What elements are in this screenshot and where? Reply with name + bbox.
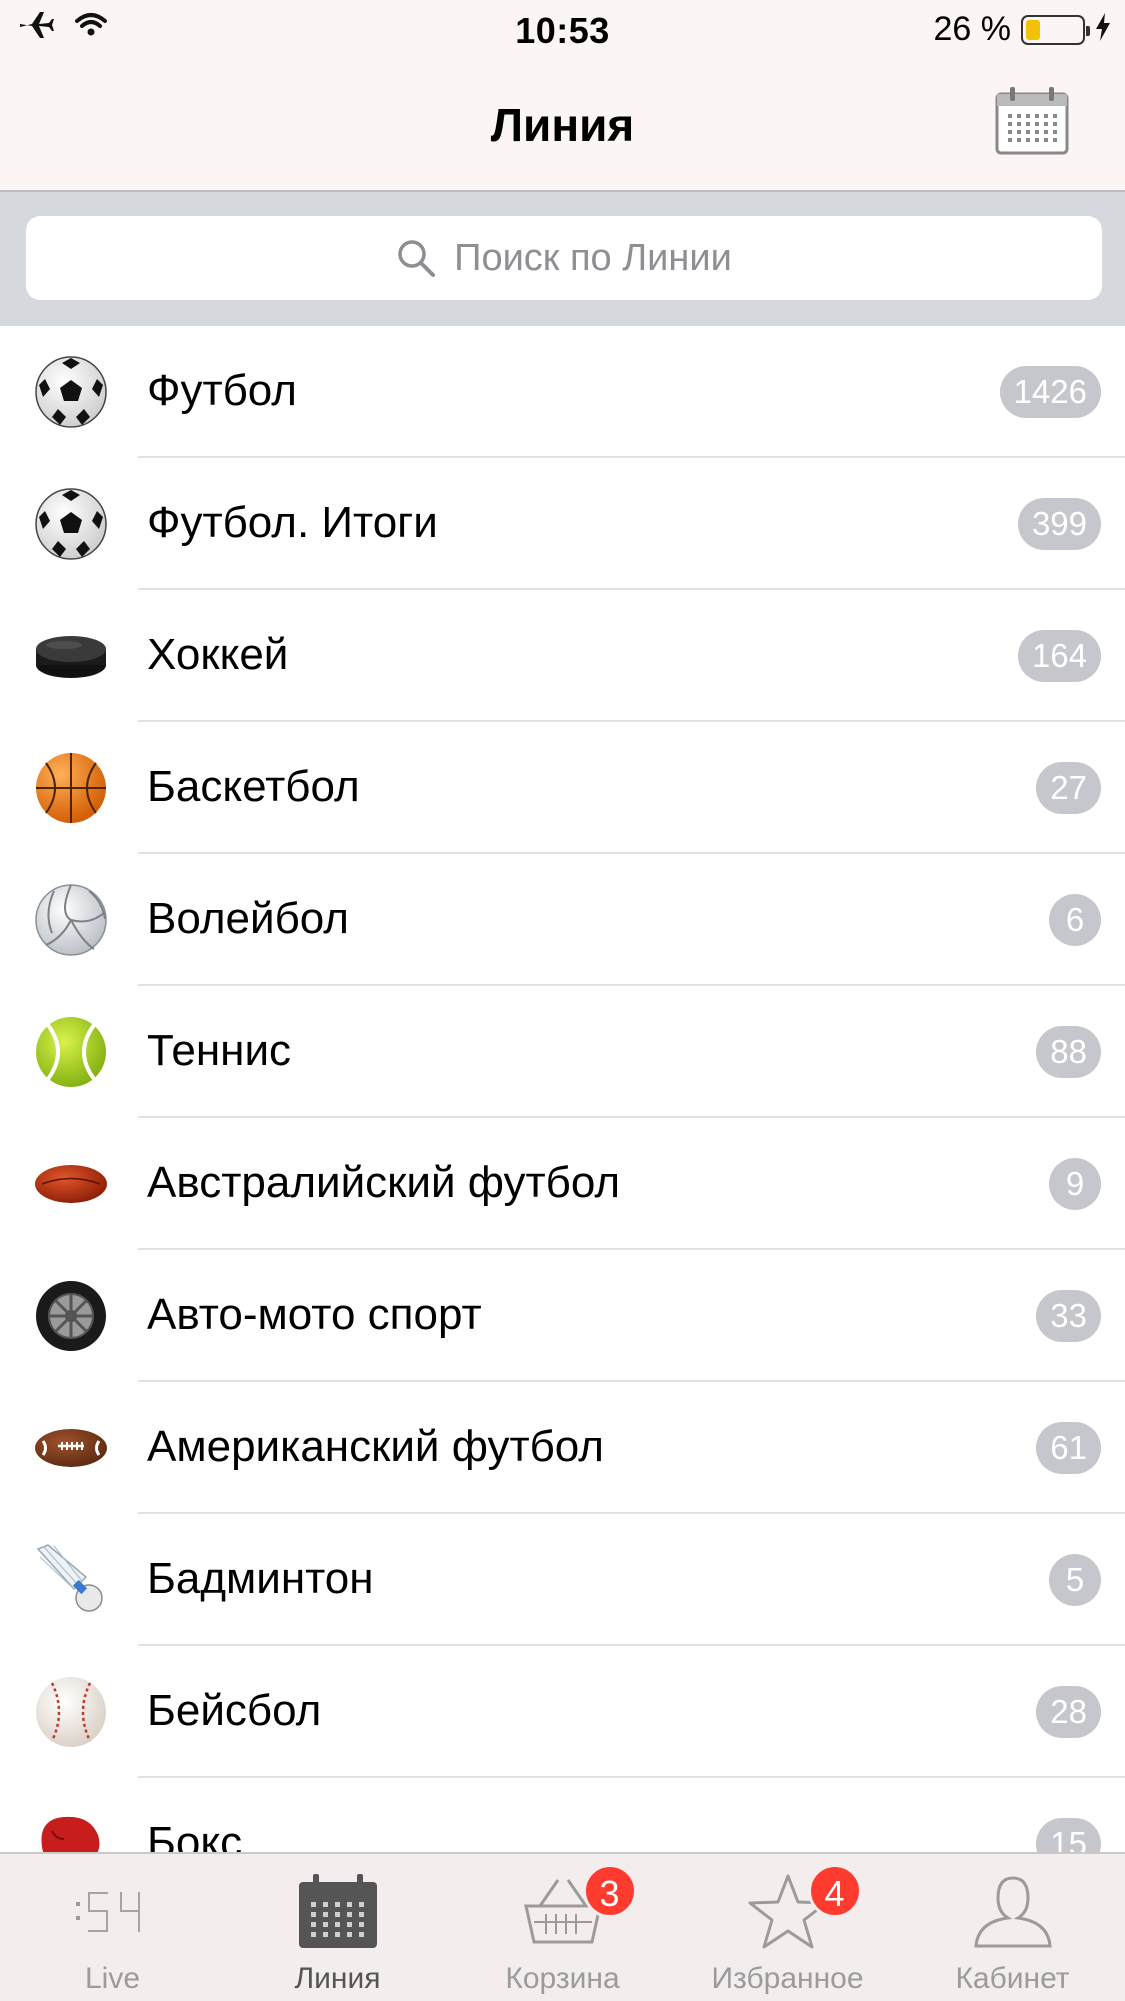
tab-calendar[interactable]: Линия: [225, 1854, 450, 2001]
tab-basket[interactable]: Корзина 3: [450, 1854, 675, 2001]
notification-badge: 3: [582, 1864, 637, 1918]
status-right: 26 %: [934, 10, 1112, 49]
sport-row[interactable]: Американский футбол 61: [0, 1382, 1125, 1514]
baseball-icon: [34, 1675, 108, 1749]
tab-live-24[interactable]: Live: [0, 1854, 225, 2001]
australian-football-icon: [34, 1147, 108, 1221]
app-screen: 10:53 26 % Линия Поиск по Линии Футбол 1…: [0, 0, 1125, 2001]
event-count-badge: 1426: [999, 366, 1101, 418]
person-icon: [968, 1872, 1058, 1952]
search-placeholder: Поиск по Линии: [454, 236, 732, 279]
status-bar: 10:53 26 %: [0, 0, 1125, 62]
sport-row[interactable]: Футбол. Итоги 399: [0, 458, 1125, 590]
tab-person[interactable]: Кабинет: [900, 1854, 1125, 2001]
soccer-ball-icon: [34, 487, 108, 561]
sport-label: Теннис: [147, 1026, 292, 1075]
event-count-badge: 61: [1036, 1422, 1101, 1474]
battery-fill: [1026, 19, 1041, 40]
event-count-badge: 27: [1036, 762, 1101, 814]
soccer-ball-icon: [34, 355, 108, 429]
calendar-button[interactable]: [994, 86, 1070, 156]
page-title: Линия: [490, 99, 635, 151]
charging-bolt-icon: [1095, 13, 1111, 46]
search-icon: [398, 240, 436, 277]
sport-row[interactable]: Волейбол 6: [0, 854, 1125, 986]
tab-label: Live: [84, 1962, 141, 1995]
event-count-badge: 399: [1017, 498, 1101, 550]
sport-label: Бейсбол: [147, 1686, 322, 1735]
sport-label: Хоккей: [147, 630, 289, 679]
event-count-badge: 5: [1049, 1554, 1101, 1606]
sport-label: Американский футбол: [147, 1422, 604, 1471]
shuttlecock-icon: [34, 1543, 108, 1617]
tab-label: Кабинет: [955, 1962, 1070, 1995]
basketball-icon: [34, 751, 108, 825]
tennis-ball-icon: [34, 1015, 108, 1089]
sports-list: Футбол 1426 Футбол. Итоги 399 Хоккей 164: [0, 326, 1125, 1910]
event-count-badge: 6: [1049, 894, 1101, 946]
sport-label: Баскетбол: [147, 762, 360, 811]
tire-icon: [34, 1279, 108, 1353]
tab-bar: Live Линия Корзина 3 Избранное 4 Кабинет: [0, 1852, 1125, 2001]
sport-label: Бадминтон: [147, 1554, 374, 1603]
tab-star[interactable]: Избранное 4: [675, 1854, 900, 2001]
event-count-badge: 164: [1017, 630, 1101, 682]
sport-row[interactable]: Австралийский футбол 9: [0, 1118, 1125, 1250]
tab-label: Корзина: [505, 1962, 620, 1995]
search-area: Поиск по Линии: [0, 192, 1125, 326]
tab-label: Линия: [294, 1962, 381, 1995]
sport-label: Волейбол: [147, 894, 349, 943]
sport-row[interactable]: Баскетбол 27: [0, 722, 1125, 854]
sport-row[interactable]: Хоккей 164: [0, 590, 1125, 722]
notification-badge: 4: [807, 1864, 862, 1918]
sport-row[interactable]: Бадминтон 5: [0, 1514, 1125, 1646]
event-count-badge: 9: [1049, 1158, 1101, 1210]
event-count-badge: 88: [1036, 1026, 1101, 1078]
sport-label: Австралийский футбол: [147, 1158, 621, 1207]
live-24-icon: [68, 1872, 158, 1952]
battery-icon: [1021, 14, 1090, 45]
sport-label: Футбол: [147, 366, 297, 415]
sport-row[interactable]: Бейсбол 28: [0, 1646, 1125, 1778]
event-count-badge: 28: [1036, 1686, 1101, 1738]
navigation-bar: Линия: [0, 62, 1125, 192]
search-input[interactable]: Поиск по Линии: [26, 216, 1102, 300]
sport-row[interactable]: Авто-мото спорт 33: [0, 1250, 1125, 1382]
event-count-badge: 33: [1036, 1290, 1101, 1342]
sport-row[interactable]: Футбол 1426: [0, 326, 1125, 458]
hockey-puck-icon: [34, 619, 108, 693]
sport-label: Футбол. Итоги: [147, 498, 438, 547]
calendar-icon: [293, 1872, 383, 1952]
volleyball-icon: [34, 883, 108, 957]
sport-row[interactable]: Теннис 88: [0, 986, 1125, 1118]
american-football-icon: [34, 1411, 108, 1485]
calendar-icon: [995, 87, 1069, 155]
sport-label: Авто-мото спорт: [147, 1290, 482, 1339]
tab-label: Избранное: [711, 1962, 864, 1995]
battery-percentage: 26 %: [933, 10, 1012, 48]
